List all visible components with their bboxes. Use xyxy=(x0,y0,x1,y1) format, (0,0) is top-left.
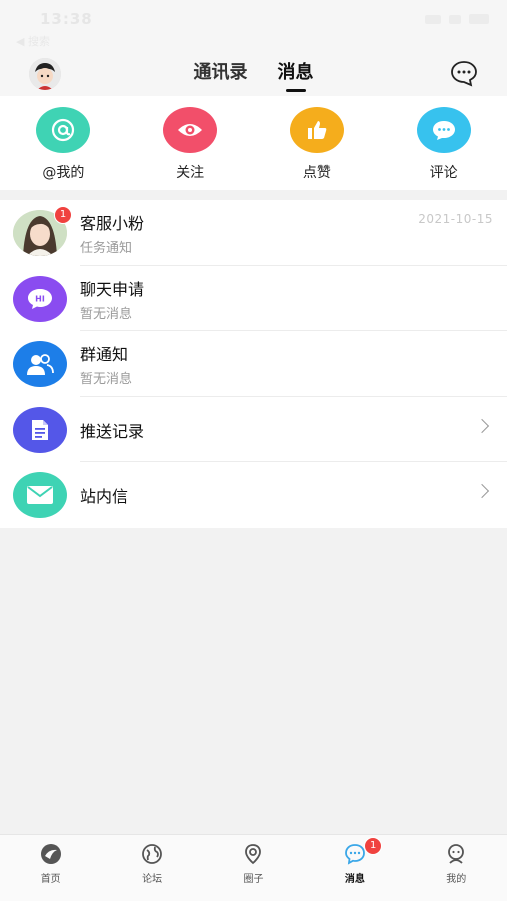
header-tabs: 通讯录 消息 xyxy=(0,58,507,92)
quick-action-label: @我的 xyxy=(42,165,85,181)
list-item-date: 2021-10-15 xyxy=(418,212,493,226)
mail-icon xyxy=(13,472,67,518)
chevron-right-icon xyxy=(474,418,490,433)
list-item-title: 群通知 xyxy=(80,345,129,364)
tabbar-label: 我的 xyxy=(446,874,467,885)
list-item-subtitle: 暂无消息 xyxy=(80,372,133,387)
chevron-right-icon xyxy=(474,483,490,499)
status-bar: 13:38 ◀ 搜索 xyxy=(0,0,507,50)
list-item-title: 站内信 xyxy=(80,487,129,506)
quick-action-follow[interactable]: 关注 xyxy=(127,96,254,190)
quick-action-label: 点赞 xyxy=(302,165,331,181)
location-pin-icon xyxy=(245,844,262,865)
document-icon xyxy=(13,406,67,453)
group-icon xyxy=(13,341,67,387)
tab-messages[interactable]: 消息 xyxy=(278,58,314,92)
hi-chat-icon: HI xyxy=(13,275,67,322)
quick-action-label: 评论 xyxy=(429,165,458,181)
list-item-site-mail[interactable]: 站内信 xyxy=(0,462,507,528)
list-item-chat-request[interactable]: HI 聊天申请 暂无消息 xyxy=(0,266,507,331)
list-item-subtitle: 暂无消息 xyxy=(80,306,133,322)
header: 通讯录 消息 xyxy=(0,50,507,96)
list-item-subtitle: 任务通知 xyxy=(80,241,133,256)
svg-text:HI: HI xyxy=(35,294,45,303)
bottom-tab-bar: 首页 论坛 圈子 消息 1 我的 xyxy=(0,834,507,901)
thumbs-up-icon xyxy=(289,107,344,153)
tabbar-item-me[interactable]: 我的 xyxy=(406,835,507,901)
list-item-title: 客服小粉 xyxy=(80,214,145,233)
eye-icon xyxy=(163,107,218,153)
chat-bubble-button[interactable] xyxy=(449,58,479,88)
quick-action-likes[interactable]: 点赞 xyxy=(254,96,381,190)
quick-action-mentions[interactable]: @我的 xyxy=(0,96,127,190)
list-item-title: 聊天申请 xyxy=(80,279,145,299)
tabbar-item-circle[interactable]: 圈子 xyxy=(203,835,304,901)
quick-action-comments[interactable]: 评论 xyxy=(380,96,507,190)
at-icon xyxy=(36,107,91,153)
tabbar-item-messages[interactable]: 消息 1 xyxy=(304,835,405,901)
status-icons xyxy=(425,14,489,24)
tabbar-label: 消息 xyxy=(344,874,365,885)
list-item-customer-service[interactable]: 1 客服小粉 任务通知 2021-10-15 xyxy=(0,200,507,266)
tabbar-item-home[interactable]: 首页 xyxy=(0,835,101,901)
wifi-icon xyxy=(449,14,461,24)
status-time: 13:38 xyxy=(40,10,93,28)
comment-icon xyxy=(416,107,471,153)
back-to-search-link[interactable]: ◀ 搜索 xyxy=(16,33,50,49)
tabbar-label: 首页 xyxy=(40,874,61,885)
list-item-title: 推送记录 xyxy=(80,421,145,441)
tab-contacts[interactable]: 通讯录 xyxy=(194,58,248,92)
list-item-push-records[interactable]: 推送记录 xyxy=(0,397,507,462)
list-item-group-notice[interactable]: 群通知 暂无消息 xyxy=(0,331,507,397)
message-bubble-icon xyxy=(344,844,365,865)
chat-bubble-icon xyxy=(451,61,477,87)
tabbar-item-forum[interactable]: 论坛 xyxy=(101,835,202,901)
unread-badge: 1 xyxy=(54,206,72,224)
home-icon xyxy=(40,844,61,864)
message-list: 1 客服小粉 任务通知 2021-10-15 HI 聊天申请 暂无消息 群通知 … xyxy=(0,200,507,528)
quick-actions: @我的 关注 点赞 评论 xyxy=(0,96,507,190)
globe-icon xyxy=(142,844,162,864)
signal-icon xyxy=(425,14,441,24)
tabbar-unread-badge: 1 xyxy=(364,837,383,855)
battery-icon xyxy=(469,14,489,24)
quick-action-label: 关注 xyxy=(176,165,205,181)
user-icon xyxy=(448,844,465,864)
tabbar-label: 论坛 xyxy=(142,874,163,885)
tabbar-label: 圈子 xyxy=(243,874,264,885)
